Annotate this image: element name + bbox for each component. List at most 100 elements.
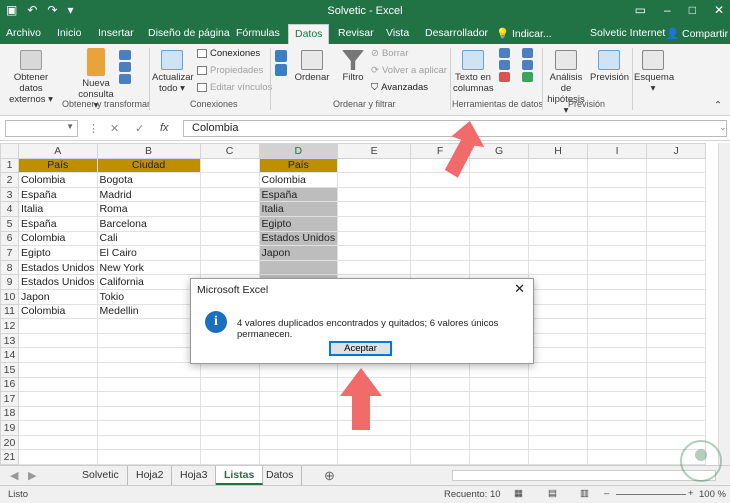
avanzadas-button[interactable]: ⛉ Avanzadas xyxy=(371,82,428,93)
cell-b20[interactable] xyxy=(96,434,201,451)
cell-b3[interactable]: Madrid xyxy=(96,186,201,203)
cell-e2[interactable] xyxy=(337,172,412,188)
cell-j12[interactable] xyxy=(646,318,707,334)
cell-g6[interactable] xyxy=(469,230,530,247)
normal-view-icon[interactable]: ▦ xyxy=(514,488,523,499)
cell-i12[interactable] xyxy=(587,318,648,334)
sheet-tab-hoja2[interactable]: Hoja2 xyxy=(128,466,173,485)
esquema-button[interactable]: Esquema ▾ xyxy=(634,50,674,94)
cell-j2[interactable] xyxy=(646,172,707,188)
cell-a13[interactable] xyxy=(18,332,98,349)
cell-i17[interactable] xyxy=(587,391,648,407)
cell-h2[interactable] xyxy=(528,172,589,188)
cell-b19[interactable] xyxy=(96,420,201,436)
cell-b9[interactable]: California xyxy=(96,274,201,290)
row-header[interactable]: 4 xyxy=(0,201,19,217)
cell-a10[interactable]: Japon xyxy=(18,288,98,305)
cell-i5[interactable] xyxy=(587,215,648,232)
row-header[interactable]: 7 xyxy=(0,245,19,261)
row-header[interactable]: 20 xyxy=(0,434,19,451)
cell-b5[interactable]: Barcelona xyxy=(96,215,201,232)
row-header[interactable]: 19 xyxy=(0,420,19,436)
tab-datos[interactable]: Datos xyxy=(288,24,330,44)
cell-d7[interactable]: Japon xyxy=(258,245,339,261)
cell-c20[interactable] xyxy=(199,434,260,451)
cell-b6[interactable]: Cali xyxy=(96,230,201,247)
cell-a12[interactable] xyxy=(18,318,98,334)
row-header[interactable]: 21 xyxy=(0,449,19,465)
column-header-b[interactable]: B xyxy=(96,143,201,159)
cell-h17[interactable] xyxy=(528,391,589,407)
tab-archivo[interactable]: Archivo xyxy=(6,27,41,39)
cell-b14[interactable] xyxy=(96,347,201,363)
flash-fill-icon[interactable] xyxy=(498,48,510,58)
page-break-icon[interactable]: ▥ xyxy=(580,488,589,499)
cell-d15[interactable] xyxy=(258,361,339,378)
cell-f17[interactable] xyxy=(410,391,471,407)
cell-g3[interactable] xyxy=(469,186,530,203)
cell-j16[interactable] xyxy=(646,376,707,393)
cell-a17[interactable] xyxy=(18,391,98,407)
zoom-out-icon[interactable]: – xyxy=(604,488,609,499)
cell-j11[interactable] xyxy=(646,303,707,320)
cell-i8[interactable] xyxy=(587,259,648,276)
cell-h12[interactable] xyxy=(528,318,589,334)
propiedades-button[interactable]: Propiedades xyxy=(197,65,263,76)
column-header-h[interactable]: H xyxy=(528,143,589,159)
add-sheet-button[interactable]: ⊕ xyxy=(324,468,335,484)
cell-a7[interactable]: Egipto xyxy=(18,245,98,261)
cell-g17[interactable] xyxy=(469,391,530,407)
sheet-tab-listas[interactable]: Listas xyxy=(216,466,264,485)
cell-h10[interactable] xyxy=(528,288,589,305)
cell-j18[interactable] xyxy=(646,405,707,422)
cell-a19[interactable] xyxy=(18,420,98,436)
cell-c6[interactable] xyxy=(199,230,260,247)
cell-e3[interactable] xyxy=(337,186,412,203)
cell-d5[interactable]: Egipto xyxy=(258,215,339,232)
cell-c7[interactable] xyxy=(199,245,260,261)
cell-c21[interactable] xyxy=(199,449,260,465)
cell-h16[interactable] xyxy=(528,376,589,393)
cell-c16[interactable] xyxy=(199,376,260,393)
cell-j14[interactable] xyxy=(646,347,707,363)
sheet-tab-datos[interactable]: Datos xyxy=(258,466,303,485)
column-header-a[interactable]: A xyxy=(18,143,98,159)
column-header-c[interactable]: C xyxy=(199,143,260,159)
cell-h15[interactable] xyxy=(528,361,589,378)
cell-j15[interactable] xyxy=(646,361,707,378)
cell-i15[interactable] xyxy=(587,361,648,378)
cell-f6[interactable] xyxy=(410,230,471,247)
cell-h9[interactable] xyxy=(528,274,589,290)
cell-g20[interactable] xyxy=(469,434,530,451)
cell-h13[interactable] xyxy=(528,332,589,349)
row-header[interactable]: 6 xyxy=(0,230,19,247)
cell-i16[interactable] xyxy=(587,376,648,393)
row-header[interactable]: 5 xyxy=(0,215,19,232)
cell-h4[interactable] xyxy=(528,201,589,217)
actualizar-button[interactable]: Actualizar todo ▾ xyxy=(152,50,194,94)
row-header[interactable]: 10 xyxy=(0,288,19,305)
cell-d19[interactable] xyxy=(258,420,339,436)
cell-h5[interactable] xyxy=(528,215,589,232)
cell-j8[interactable] xyxy=(646,259,707,276)
select-all-corner[interactable] xyxy=(0,143,19,159)
account-name[interactable]: Solvetic Internet xyxy=(590,27,665,39)
fx-icon[interactable]: fx xyxy=(160,122,169,134)
cell-b2[interactable]: Bogota xyxy=(96,172,201,188)
cell-c2[interactable] xyxy=(199,172,260,188)
relationships-icon[interactable] xyxy=(521,60,533,70)
cell-j13[interactable] xyxy=(646,332,707,349)
cell-b16[interactable] xyxy=(96,376,201,393)
cell-i19[interactable] xyxy=(587,420,648,436)
cell-j17[interactable] xyxy=(646,391,707,407)
page-layout-icon[interactable]: ▤ xyxy=(548,488,557,499)
tab-insertar[interactable]: Insertar xyxy=(98,27,134,39)
cell-d20[interactable] xyxy=(258,434,339,451)
cell-j9[interactable] xyxy=(646,274,707,290)
sort-za-icon[interactable] xyxy=(275,64,287,76)
cell-f8[interactable] xyxy=(410,259,471,276)
borrar-button[interactable]: ⊘ Borrar xyxy=(371,48,408,59)
cell-h21[interactable] xyxy=(528,449,589,465)
collapse-ribbon-icon[interactable]: ⌃ xyxy=(714,100,722,111)
next-sheet-icon[interactable]: ▶ xyxy=(28,469,36,482)
